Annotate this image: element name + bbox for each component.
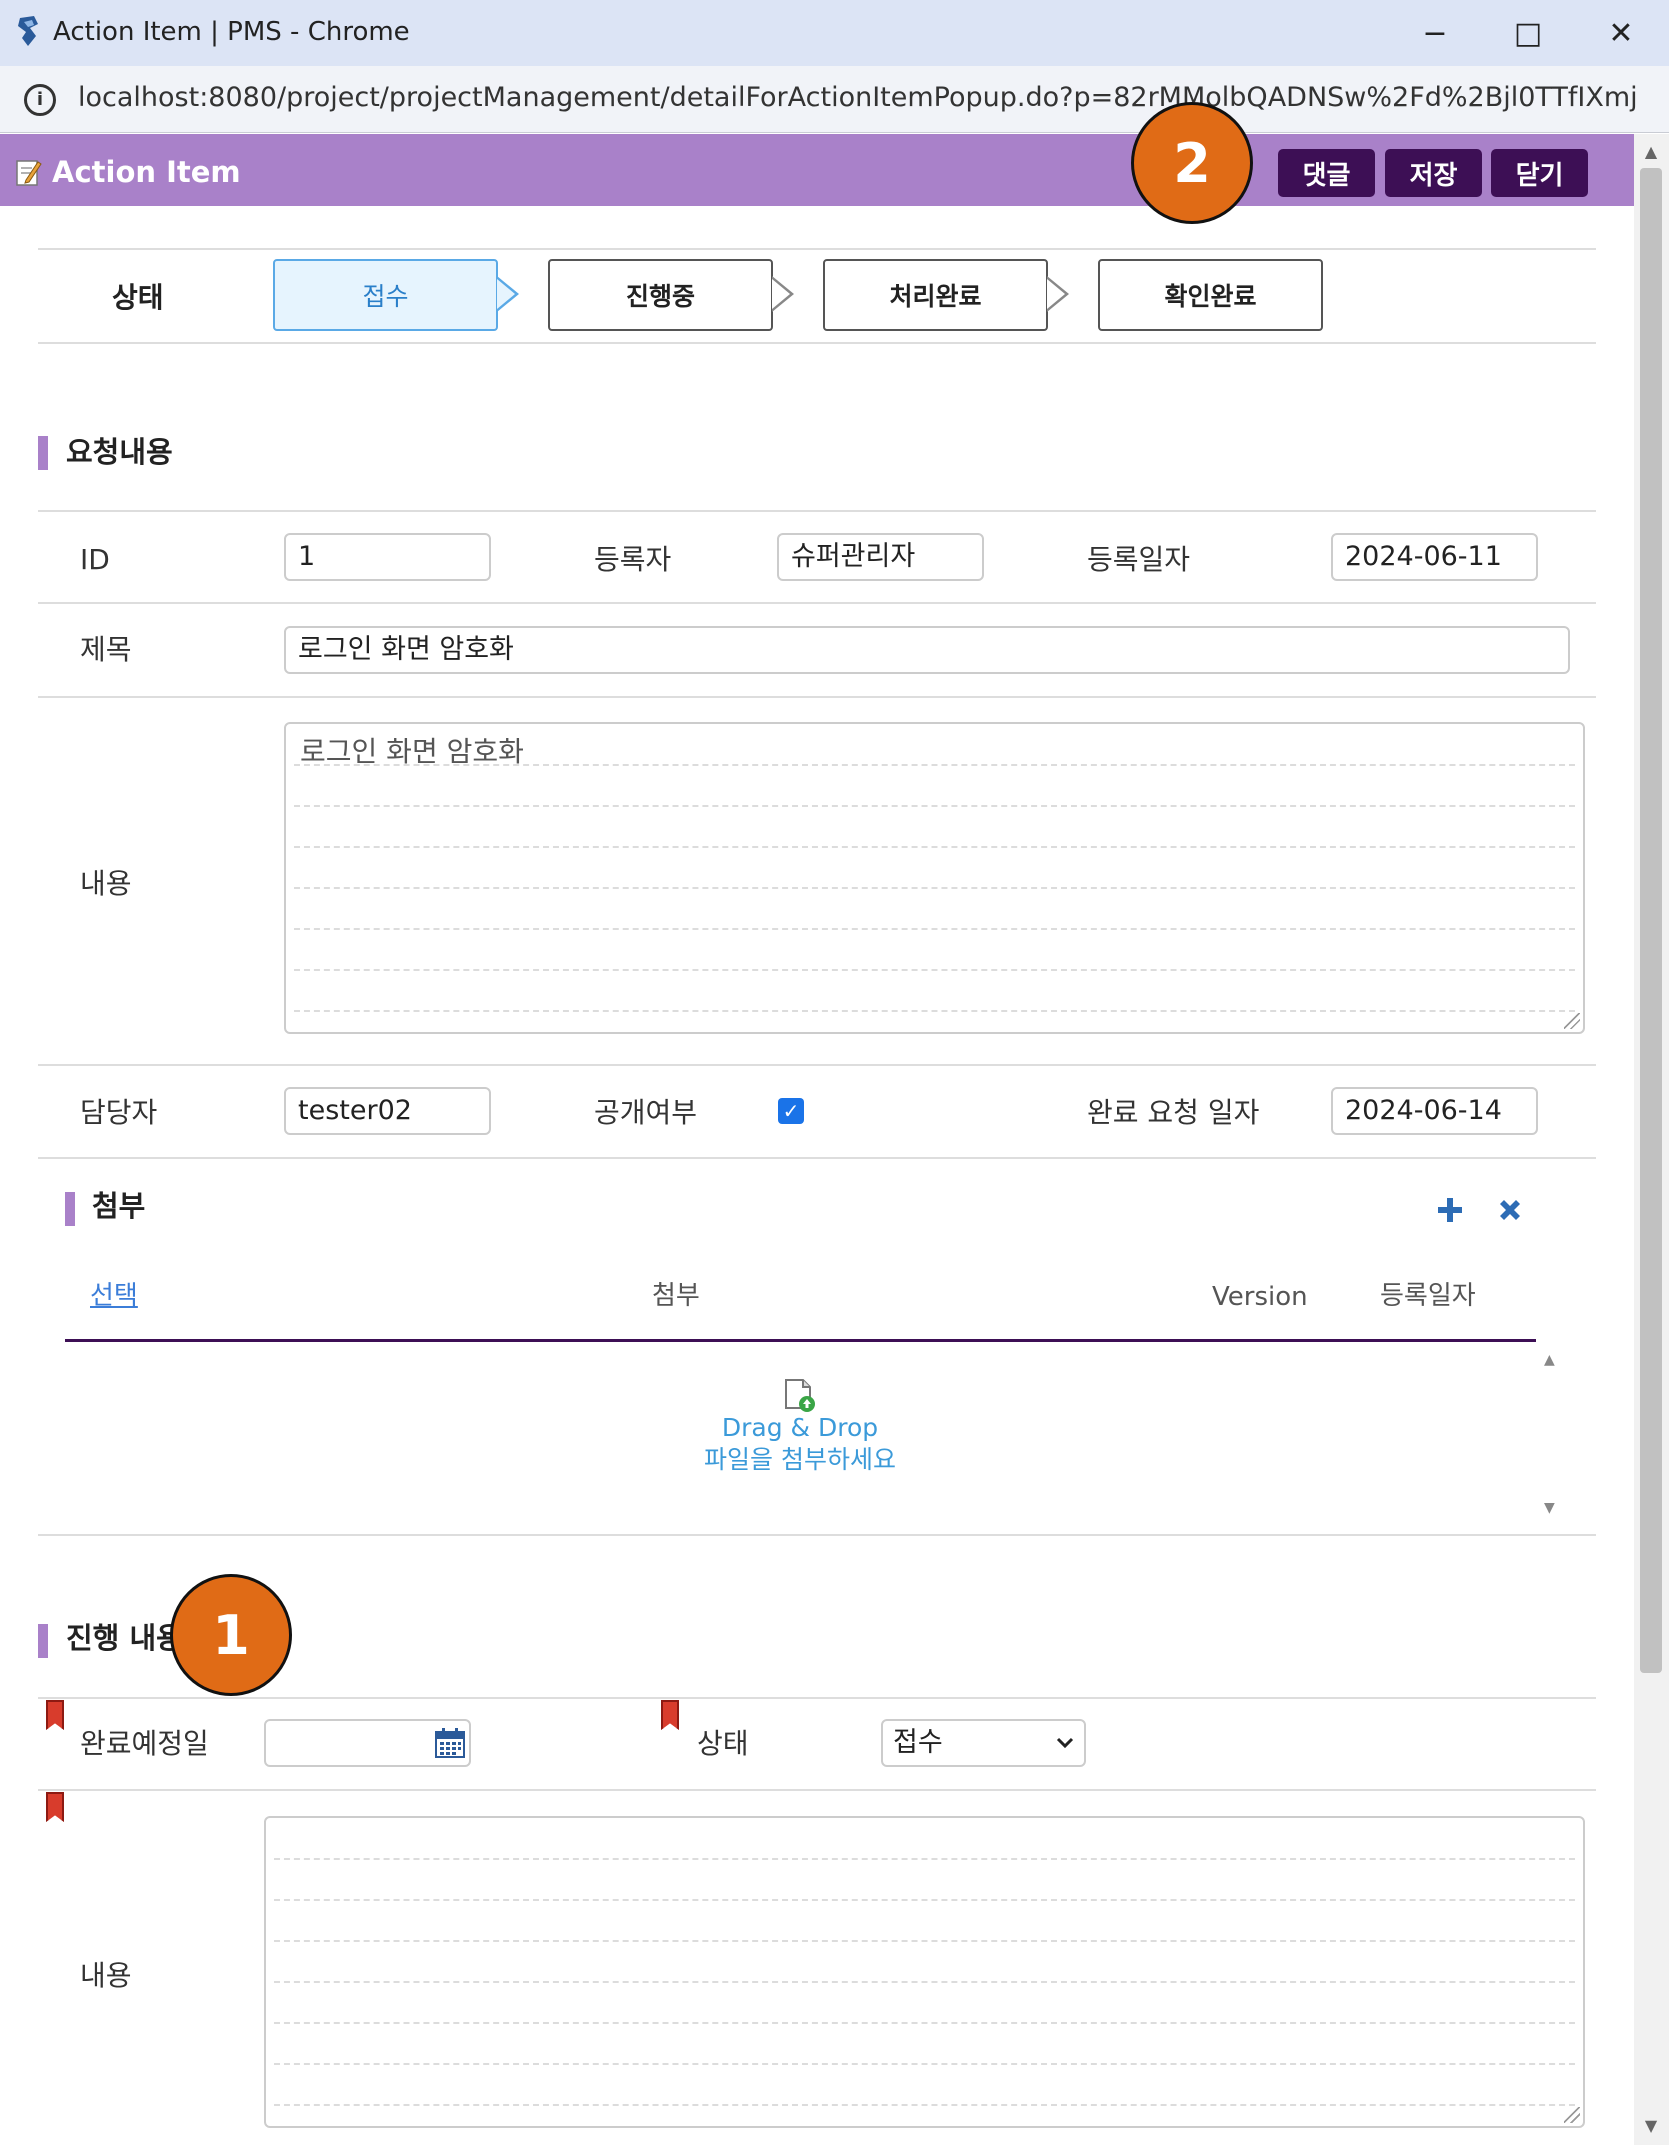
id-label: ID bbox=[80, 543, 110, 576]
divider bbox=[38, 248, 1596, 250]
dropzone-line2[interactable]: 파일을 첨부하세요 bbox=[640, 1444, 960, 1476]
due-date-field[interactable]: 2024-06-14 bbox=[1331, 1087, 1538, 1135]
file-column-header: 첨부 bbox=[652, 1281, 700, 1311]
section-marker bbox=[38, 1624, 48, 1658]
title-field[interactable]: 로그인 화면 암호화 bbox=[284, 626, 1570, 674]
content-label: 내용 bbox=[80, 867, 132, 900]
divider bbox=[38, 510, 1596, 512]
date-column-header: 등록일자 bbox=[1380, 1281, 1476, 1311]
progress-status-label: 상태 bbox=[697, 1727, 749, 1760]
content-text: 로그인 화면 암호화 bbox=[300, 735, 524, 768]
required-bookmark-icon bbox=[46, 1700, 64, 1730]
registrant-label: 등록자 bbox=[594, 543, 672, 576]
planned-date-label: 완료예정일 bbox=[80, 1727, 209, 1760]
divider bbox=[38, 1697, 1596, 1699]
content-textarea[interactable]: 로그인 화면 암호화 bbox=[284, 722, 1585, 1034]
resize-handle-icon[interactable] bbox=[1564, 2107, 1580, 2123]
reg-date-label: 등록일자 bbox=[1087, 543, 1191, 576]
scrollbar-thumb[interactable] bbox=[1640, 168, 1662, 1673]
progress-content-label: 내용 bbox=[80, 1959, 132, 1992]
dropzone-line1[interactable]: Drag & Drop bbox=[640, 1412, 960, 1444]
app-icon bbox=[18, 16, 38, 46]
step-confirmed[interactable]: 확인완료 bbox=[1098, 259, 1323, 331]
close-window-button[interactable]: ✕ bbox=[1591, 8, 1651, 58]
id-field[interactable]: 1 bbox=[284, 533, 491, 581]
divider bbox=[38, 1534, 1596, 1536]
divider bbox=[38, 1157, 1596, 1159]
request-section-title: 요청내용 bbox=[66, 435, 173, 469]
step-processed[interactable]: 처리완료 bbox=[823, 259, 1048, 331]
popup-title: Action Item bbox=[52, 155, 241, 189]
edit-note-icon bbox=[16, 160, 42, 186]
chevron-down-icon bbox=[1056, 1737, 1074, 1749]
due-date-label: 완료 요청 일자 bbox=[1087, 1096, 1260, 1129]
required-bookmark-icon bbox=[661, 1700, 679, 1730]
public-label: 공개여부 bbox=[594, 1096, 698, 1129]
step-in-progress[interactable]: 진행중 bbox=[548, 259, 773, 331]
attach-section-title: 첨부 bbox=[92, 1189, 146, 1223]
divider bbox=[38, 696, 1596, 698]
x-icon[interactable] bbox=[1496, 1196, 1524, 1224]
annotation-badge-2: 2 bbox=[1131, 102, 1253, 224]
resize-handle-icon[interactable] bbox=[1564, 1013, 1580, 1029]
plus-icon[interactable] bbox=[1436, 1196, 1464, 1224]
section-marker bbox=[65, 1192, 75, 1226]
divider bbox=[38, 1789, 1596, 1791]
title-label: 제목 bbox=[80, 633, 132, 666]
divider bbox=[38, 342, 1596, 344]
select-column-header[interactable]: 선택 bbox=[90, 1278, 138, 1314]
scroll-down-icon[interactable]: ▼ bbox=[1640, 2116, 1662, 2135]
status-label: 상태 bbox=[112, 281, 164, 314]
minimize-button[interactable]: − bbox=[1405, 8, 1465, 58]
progress-content-textarea[interactable] bbox=[264, 1816, 1585, 2128]
progress-section-title: 진행 내용 bbox=[66, 1621, 183, 1655]
reg-date-field[interactable]: 2024-06-11 bbox=[1331, 533, 1538, 581]
comment-button[interactable]: 댓글 bbox=[1278, 149, 1375, 197]
required-bookmark-icon bbox=[46, 1792, 64, 1822]
upload-file-icon bbox=[785, 1379, 815, 1412]
registrant-field[interactable]: 슈퍼관리자 bbox=[777, 533, 984, 581]
annotation-badge-1: 1 bbox=[170, 1574, 292, 1696]
step-received[interactable]: 접수 bbox=[273, 259, 498, 331]
info-icon[interactable]: i bbox=[24, 84, 56, 116]
grid-scroll-up-icon[interactable]: ▲ bbox=[1544, 1352, 1555, 1368]
version-column-header: Version bbox=[1212, 1282, 1308, 1312]
section-marker bbox=[38, 436, 48, 470]
progress-status-select[interactable]: 접수 bbox=[881, 1719, 1086, 1767]
maximize-button[interactable]: □ bbox=[1498, 8, 1558, 58]
url-text[interactable]: localhost:8080/project/projectManagement… bbox=[78, 80, 1638, 116]
divider bbox=[38, 602, 1596, 604]
calendar-icon[interactable] bbox=[434, 1727, 466, 1759]
grid-header-line bbox=[65, 1339, 1536, 1342]
assignee-field[interactable]: tester02 bbox=[284, 1087, 491, 1135]
save-button[interactable]: 저장 bbox=[1385, 149, 1482, 197]
window-title: Action Item | PMS - Chrome bbox=[53, 17, 410, 47]
grid-scroll-down-icon[interactable]: ▼ bbox=[1544, 1500, 1555, 1516]
assignee-label: 담당자 bbox=[80, 1096, 158, 1129]
close-button[interactable]: 닫기 bbox=[1491, 149, 1588, 197]
divider bbox=[38, 1064, 1596, 1066]
progress-status-value: 접수 bbox=[893, 1727, 943, 1758]
public-checkbox[interactable]: ✓ bbox=[778, 1098, 804, 1124]
scroll-up-icon[interactable]: ▲ bbox=[1640, 142, 1662, 161]
